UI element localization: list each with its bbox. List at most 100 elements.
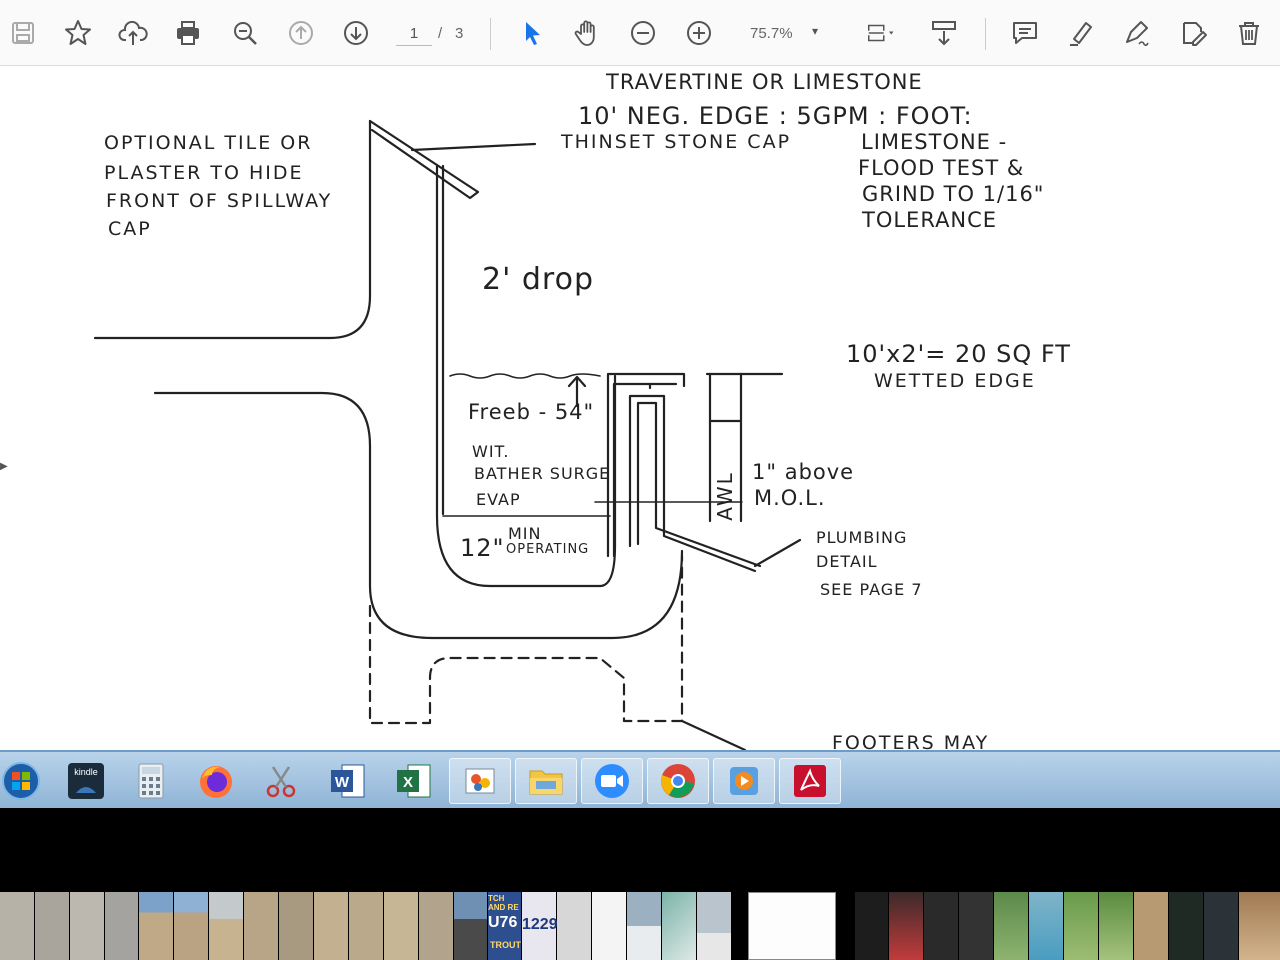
title-line-1: TRAVERTINE OR LIMESTONE <box>606 70 923 94</box>
thumbnail[interactable]: TCH AND RE U76 TROUT <box>488 892 521 960</box>
toolbar-divider <box>490 18 491 50</box>
surge-note-line: WIT. <box>472 442 510 461</box>
min-depth-label: 12" <box>460 534 505 562</box>
thumbnail[interactable] <box>0 892 34 960</box>
thumbnail[interactable] <box>244 892 278 960</box>
thumbnail[interactable] <box>592 892 626 960</box>
bookmark-icon[interactable] <box>61 16 95 50</box>
excel-letter: X <box>403 774 413 791</box>
chevron-down-icon: ▾ <box>812 24 819 38</box>
footers-note: FOOTERS MAY <box>832 732 990 750</box>
thumbnail[interactable] <box>697 892 731 960</box>
thumbnail[interactable] <box>35 892 69 960</box>
page-number-input[interactable] <box>396 22 432 46</box>
video-letterbox <box>0 808 1280 892</box>
optional-note-line: PLASTER TO HIDE <box>104 162 304 184</box>
plumbing-note-line: SEE PAGE 7 <box>820 580 923 599</box>
upload-icon[interactable] <box>116 16 150 50</box>
page-down-icon[interactable] <box>339 16 373 50</box>
calculator-icon[interactable] <box>120 758 182 804</box>
delete-icon[interactable] <box>1232 16 1266 50</box>
optional-note-line: OPTIONAL TILE OR <box>104 132 313 154</box>
thumbnail[interactable] <box>1064 892 1098 960</box>
save-icon[interactable] <box>6 16 40 50</box>
windows-taskbar: kindle W X <box>0 750 1280 808</box>
page-separator: / <box>438 25 443 42</box>
limestone-note-line: LIMESTONE - <box>861 130 1008 154</box>
comment-icon[interactable] <box>1008 16 1042 50</box>
toolbar-divider <box>985 18 986 50</box>
limestone-note-line: FLOOD TEST & <box>858 156 1025 180</box>
firefox-icon[interactable] <box>185 758 247 804</box>
thumbnail[interactable] <box>105 892 138 960</box>
thumbnail[interactable] <box>279 892 313 960</box>
thumbnail[interactable] <box>1134 892 1168 960</box>
thumbnail[interactable] <box>1239 892 1280 960</box>
highlight-icon[interactable] <box>1064 16 1098 50</box>
snipping-tool-icon[interactable] <box>250 758 312 804</box>
awl-label: AWL <box>712 471 737 521</box>
drop-label: 2' drop <box>482 262 594 297</box>
freeboard-label: Freeb - 54" <box>468 400 595 424</box>
media-player-icon[interactable] <box>713 758 775 804</box>
word-icon[interactable]: W <box>317 758 379 804</box>
zoom-select[interactable]: 75.7% ▾ <box>738 20 830 48</box>
edit-icon[interactable] <box>1176 16 1210 50</box>
thumbnail[interactable] <box>384 892 418 960</box>
thumbnail-caption: TROUT <box>490 940 521 950</box>
thumbnail[interactable] <box>924 892 958 960</box>
page-up-icon[interactable] <box>284 16 318 50</box>
thumbnail[interactable] <box>1204 892 1238 960</box>
thumbnail-caption: TCH AND RE <box>488 894 519 912</box>
optional-note-line: FRONT OF SPILLWAY <box>106 190 333 212</box>
zoom-app-icon[interactable] <box>581 758 643 804</box>
find-icon[interactable] <box>228 16 262 50</box>
page-total: 3 <box>455 25 464 42</box>
acrobat-icon[interactable] <box>779 758 841 804</box>
thumbnail[interactable] <box>419 892 453 960</box>
thumbnail[interactable] <box>454 892 487 960</box>
thumbnail[interactable] <box>627 892 661 960</box>
thumbnail-selected[interactable] <box>748 892 836 960</box>
thumbnail[interactable] <box>70 892 104 960</box>
thumbnail[interactable] <box>209 892 243 960</box>
paint-icon[interactable] <box>449 758 511 804</box>
thumbnail[interactable] <box>959 892 993 960</box>
start-orb-icon[interactable] <box>0 758 52 804</box>
file-explorer-icon[interactable] <box>515 758 577 804</box>
optional-note-line: CAP <box>108 218 152 240</box>
thumbnail[interactable] <box>349 892 383 960</box>
thumbnail[interactable] <box>662 892 696 960</box>
kindle-icon[interactable]: kindle <box>55 758 117 804</box>
plumbing-note-line: DETAIL <box>816 552 878 571</box>
fit-page-icon[interactable] <box>856 16 904 50</box>
sign-icon[interactable] <box>1120 16 1154 50</box>
document-page[interactable]: ▶ TRAVERTINE OR LIMESTONE 10' NEG. EDGE … <box>0 66 1280 750</box>
thumbnail[interactable] <box>557 892 591 960</box>
thumbnail[interactable] <box>994 892 1028 960</box>
scroll-mode-icon[interactable] <box>927 16 961 50</box>
print-icon[interactable] <box>171 16 205 50</box>
above-mol-line: 1" above <box>752 460 855 484</box>
thumbnail[interactable]: 1229 <box>522 892 558 960</box>
thumbnail[interactable] <box>889 892 923 960</box>
thumbnail[interactable] <box>1169 892 1203 960</box>
thumbnail[interactable] <box>139 892 173 960</box>
chrome-icon[interactable] <box>647 758 709 804</box>
area-label: 10'x2'= 20 SQ FT <box>846 340 1071 368</box>
thumbnail[interactable] <box>314 892 348 960</box>
kindle-label: kindle <box>74 767 98 777</box>
thumbnail[interactable] <box>1099 892 1133 960</box>
hand-icon[interactable] <box>570 16 604 50</box>
excel-icon[interactable]: X <box>383 758 445 804</box>
zoom-value: 75.7% <box>750 25 793 42</box>
surge-note-line: BATHER SURGE <box>474 464 611 483</box>
select-arrow-icon[interactable] <box>515 16 549 50</box>
thumbnail[interactable] <box>1029 892 1063 960</box>
limestone-note-line: GRIND TO 1/16" <box>862 182 1045 206</box>
thumbnail[interactable] <box>174 892 208 960</box>
zoom-in-icon[interactable] <box>682 16 716 50</box>
photo-thumbnail-strip: TCH AND RE U76 TROUT 1229 <box>0 892 1280 960</box>
thumbnail[interactable] <box>855 892 888 960</box>
zoom-out-icon[interactable] <box>626 16 660 50</box>
